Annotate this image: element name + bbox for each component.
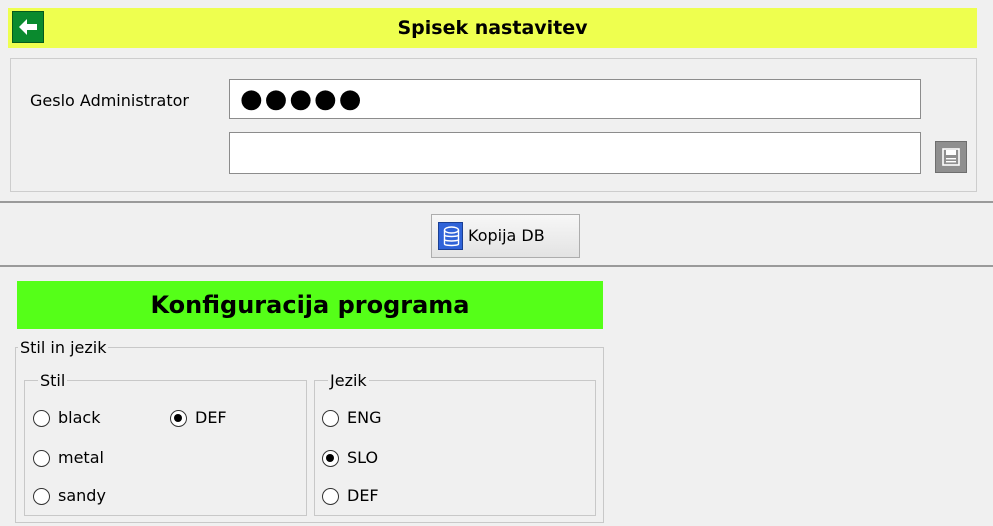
radio-button[interactable] xyxy=(322,449,339,467)
style-option-black[interactable]: black xyxy=(33,406,100,430)
radio-label: DEF xyxy=(347,486,379,505)
style-legend: Stil xyxy=(38,371,68,391)
radio-button[interactable] xyxy=(33,409,50,427)
admin-password-value: ●●●●● xyxy=(240,84,364,114)
password-confirm-input[interactable] xyxy=(229,132,921,174)
language-option-def[interactable]: DEF xyxy=(322,484,379,508)
style-option-sandy[interactable]: sandy xyxy=(33,484,106,508)
style-language-legend: Stil in jezik xyxy=(18,338,109,358)
section-divider xyxy=(0,201,993,203)
back-button[interactable] xyxy=(12,11,44,43)
section-divider xyxy=(0,265,993,267)
kopija-db-label: Kopija DB xyxy=(468,226,545,245)
language-option-eng[interactable]: ENG xyxy=(322,406,381,430)
floppy-disk-icon xyxy=(942,148,960,166)
radio-label: ENG xyxy=(347,408,382,427)
save-button[interactable] xyxy=(935,141,967,173)
radio-label: DEF xyxy=(195,408,227,427)
radio-button[interactable] xyxy=(33,487,50,505)
radio-label: metal xyxy=(58,448,104,467)
config-title: Konfiguracija programa xyxy=(150,291,470,319)
language-option-slo[interactable]: SLO xyxy=(322,446,378,470)
style-option-metal[interactable]: metal xyxy=(33,446,104,470)
radio-button[interactable] xyxy=(322,409,339,427)
radio-button[interactable] xyxy=(33,449,50,467)
radio-button[interactable] xyxy=(322,487,339,505)
language-legend: Jezik xyxy=(328,371,369,391)
style-option-def[interactable]: DEF xyxy=(170,406,227,430)
back-arrow-icon xyxy=(19,19,37,35)
database-icon xyxy=(438,222,463,250)
radio-button[interactable] xyxy=(170,409,187,427)
admin-password-label: Geslo Administrator xyxy=(30,91,189,110)
radio-label: black xyxy=(58,408,101,427)
page-title: Spisek nastavitev xyxy=(397,17,588,39)
radio-label: SLO xyxy=(347,448,379,467)
radio-label: sandy xyxy=(58,486,106,505)
